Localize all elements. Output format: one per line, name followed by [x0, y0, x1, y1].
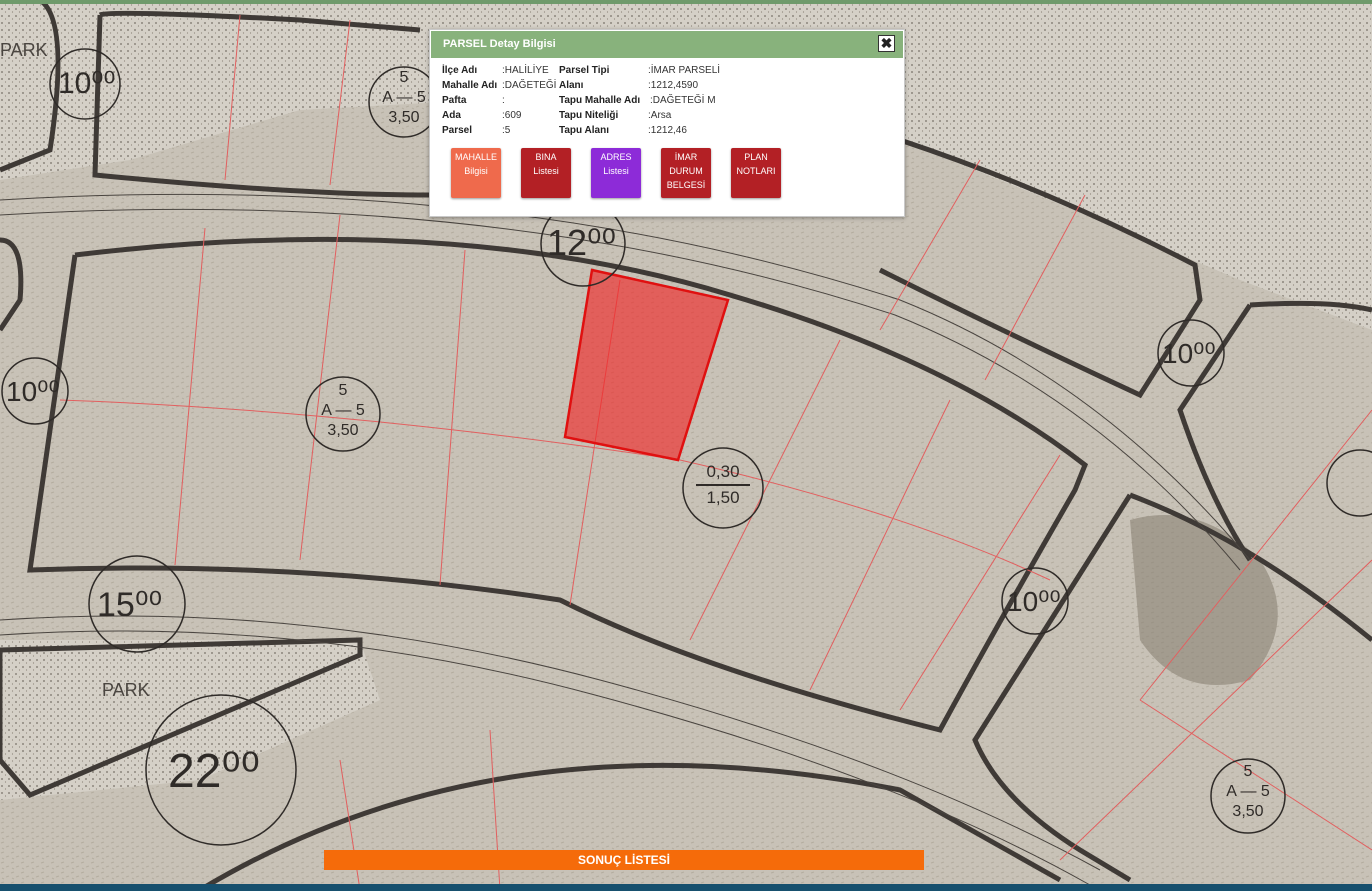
info-label: Pafta — [442, 95, 467, 106]
button-label: PLAN — [744, 152, 768, 162]
zoning-top: 5 — [1243, 763, 1253, 780]
info-label: Parsel — [442, 125, 473, 136]
close-icon[interactable]: ✖ — [878, 35, 895, 52]
button-label: BINA — [535, 152, 557, 162]
button-label: ADRES — [600, 152, 632, 162]
info-row: Tapu Niteliği — [559, 110, 618, 121]
parcel-detail-popup: PARSEL Detay Bilgisi ✖ İlçe Adı :HALİLİY… — [429, 29, 905, 217]
adres-listesi-button[interactable]: ADRES Listesi — [591, 148, 641, 198]
zoning-marker: 5 A — 5 3,50 — [308, 381, 378, 441]
info-row: İlçe Adı — [442, 65, 477, 76]
info-label: Tapu Niteliği — [559, 110, 619, 121]
info-row: Mahalle Adı — [442, 80, 497, 91]
ratio-top: 0,30 — [696, 460, 750, 486]
zoning-top: 5 — [399, 69, 409, 86]
button-label: MAHALLE — [454, 152, 498, 162]
ratio-marker: 0,30 1,50 — [688, 460, 758, 510]
road-width-label: 10⁰⁰ — [1162, 338, 1216, 369]
info-label: Tapu Alanı — [559, 125, 609, 136]
area-label-park: PARK — [0, 40, 48, 60]
zoning-mid: A — 5 — [321, 402, 365, 419]
button-label: İMAR — [674, 152, 698, 162]
area-label-park: PARK — [102, 680, 150, 700]
zoning-marker: 5 A — 5 3,50 — [1212, 762, 1284, 822]
zoning-bottom: 3,50 — [388, 109, 420, 126]
info-value: :HALİLİYE — [502, 65, 549, 76]
info-row: Tapu Alanı — [559, 125, 609, 136]
plan-notlari-button[interactable]: PLAN NOTLARI — [731, 148, 781, 198]
info-label: Alanı — [559, 80, 584, 91]
button-label: Listesi — [603, 166, 629, 176]
info-label: Ada — [442, 110, 461, 121]
imar-durum-belgesi-button[interactable]: İMAR DURUM BELGESİ — [661, 148, 711, 198]
zoning-top: 5 — [338, 382, 348, 399]
road-width-label: 10⁰⁰ — [1007, 586, 1061, 617]
info-value: :5 — [502, 125, 511, 136]
button-label: Listesi — [533, 166, 559, 176]
popup-header: PARSEL Detay Bilgisi ✖ — [431, 31, 903, 58]
road-width-label: 10⁰⁰ — [58, 67, 116, 100]
info-label: Parsel Tipi — [559, 65, 610, 76]
button-label: DURUM — [669, 166, 703, 176]
zoning-mid: A — 5 — [1226, 783, 1270, 800]
bina-listesi-button[interactable]: BINA Listesi — [521, 148, 571, 198]
info-label: Tapu Mahalle Adı — [559, 95, 641, 106]
button-label: Bilgisi — [464, 166, 488, 176]
road-width-label: 10⁰⁰ — [6, 376, 60, 407]
top-bar — [0, 0, 1372, 4]
zoning-bottom: 3,50 — [327, 422, 359, 439]
info-label: Mahalle Adı — [442, 80, 498, 91]
info-value: : — [502, 95, 505, 106]
info-value: :İMAR PARSELİ — [648, 65, 721, 76]
bottom-bar — [0, 884, 1372, 891]
button-label: BELGESİ — [666, 180, 706, 190]
info-label: İlçe Adı — [442, 65, 478, 76]
road-width-label: 22⁰⁰ — [168, 745, 260, 798]
info-value: :1212,46 — [648, 125, 687, 136]
zoning-bottom: 3,50 — [1232, 803, 1264, 820]
info-value: :Arsa — [648, 110, 672, 121]
info-row: Parsel — [442, 125, 472, 136]
info-row: Pafta — [442, 95, 466, 106]
info-row: Parsel Tipi — [559, 65, 609, 76]
info-value: :609 — [502, 110, 522, 121]
info-value: :DAĞETEĞİ M — [650, 95, 716, 106]
road-width-label: 15⁰⁰ — [97, 586, 163, 624]
info-row: Ada — [442, 110, 461, 121]
button-label: NOTLARI — [736, 166, 776, 176]
info-row: Alanı — [559, 80, 583, 91]
ratio-bottom: 1,50 — [706, 488, 740, 507]
road-width-label: 12⁰⁰ — [547, 222, 616, 263]
result-list-button[interactable]: SONUÇ LİSTESİ — [324, 850, 924, 870]
popup-title: PARSEL Detay Bilgisi — [443, 38, 556, 50]
mahalle-bilgisi-button[interactable]: MAHALLE Bilgisi — [451, 148, 501, 198]
info-row: Tapu Mahalle Adı — [559, 95, 640, 106]
info-value: :DAĞETEĞİ — [502, 80, 557, 91]
info-value: :1212,4590 — [648, 80, 699, 91]
zoning-marker: 5 A — 5 3,50 — [370, 68, 438, 128]
zoning-mid: A — 5 — [382, 89, 426, 106]
